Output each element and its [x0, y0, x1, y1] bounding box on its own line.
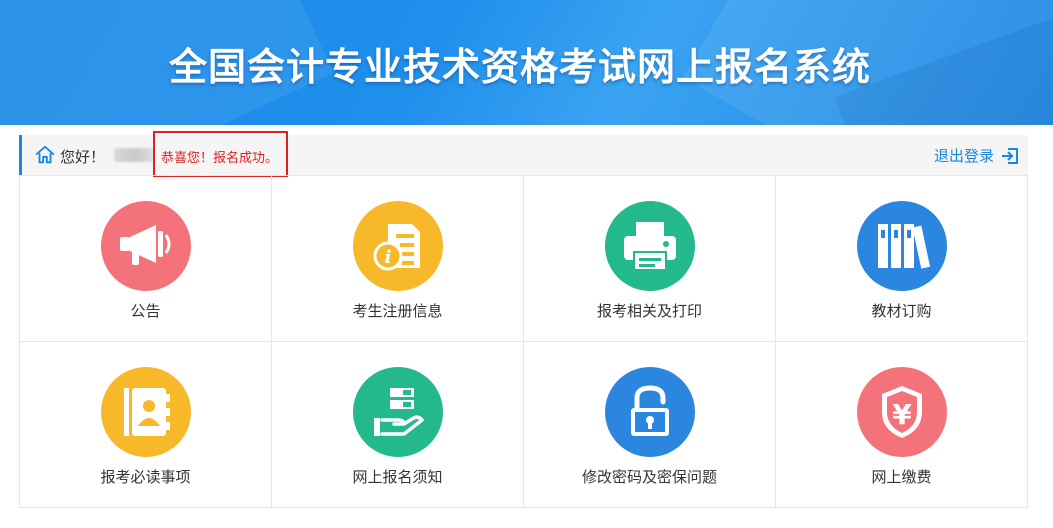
- header-banner: 全国会计专业技术资格考试网上报名系统: [0, 0, 1053, 125]
- tile-icon-circle: [100, 201, 191, 291]
- greeting-text: 您好！: [60, 148, 106, 166]
- success-notice: 恭喜您！报名成功。: [153, 131, 288, 177]
- tile-label: 修改密码及密保问题: [581, 468, 717, 486]
- printer-icon: [623, 222, 676, 271]
- tile-icon-circle: [100, 367, 191, 457]
- books-icon: [877, 224, 930, 269]
- tile-registration-notice[interactable]: 网上报名须知: [272, 342, 524, 508]
- success-message: 恭喜您！报名成功。: [161, 151, 279, 166]
- info-document-icon: i: [373, 224, 420, 271]
- home-icon[interactable]: [34, 144, 56, 166]
- tile-announcement[interactable]: 公告: [20, 176, 272, 342]
- blurred-username: [114, 148, 154, 162]
- tile-icon-circle: [856, 201, 947, 291]
- tile-icon-circle: i: [352, 201, 443, 291]
- function-grid: 公告 i 考生注册信息 报考相关及打印 教材订购 报考必读事项 网上报名须知 修…: [19, 175, 1028, 508]
- tile-label: 教材订购: [871, 302, 932, 320]
- svg-text:i: i: [384, 247, 391, 268]
- lock-icon: [630, 385, 669, 436]
- tile-label: 网上报名须知: [352, 468, 443, 486]
- hand-stack-icon: [373, 388, 424, 436]
- tile-icon-circle: [604, 201, 695, 291]
- tile-label: 报考必读事项: [100, 468, 191, 486]
- tile-must-read[interactable]: 报考必读事项: [20, 342, 272, 508]
- tile-icon-circle: ¥: [856, 367, 947, 457]
- tile-online-payment[interactable]: ¥ 网上缴费: [776, 342, 1028, 508]
- tile-print[interactable]: 报考相关及打印: [524, 176, 776, 342]
- svg-text:¥: ¥: [892, 398, 912, 431]
- tile-registration-info[interactable]: i 考生注册信息: [272, 176, 524, 342]
- megaphone-icon: [119, 225, 170, 265]
- logout-icon: [1002, 147, 1018, 164]
- yuan-shield-icon: ¥: [881, 386, 922, 438]
- logout-button[interactable]: 退出登录: [934, 145, 1020, 166]
- tile-label: 报考相关及打印: [596, 302, 702, 320]
- tile-label: 公告: [130, 302, 161, 320]
- tile-change-password[interactable]: 修改密码及密保问题: [524, 342, 776, 508]
- page-title: 全国会计专业技术资格考试网上报名系统: [168, 45, 871, 89]
- tile-label: 考生注册信息: [352, 302, 443, 320]
- logout-label: 退出登录: [933, 147, 994, 165]
- tile-icon-circle: [352, 367, 443, 457]
- contact-book-icon: [123, 388, 170, 436]
- tile-icon-circle: [604, 367, 695, 457]
- tile-textbook-order[interactable]: 教材订购: [776, 176, 1028, 342]
- tile-label: 网上缴费: [871, 468, 932, 486]
